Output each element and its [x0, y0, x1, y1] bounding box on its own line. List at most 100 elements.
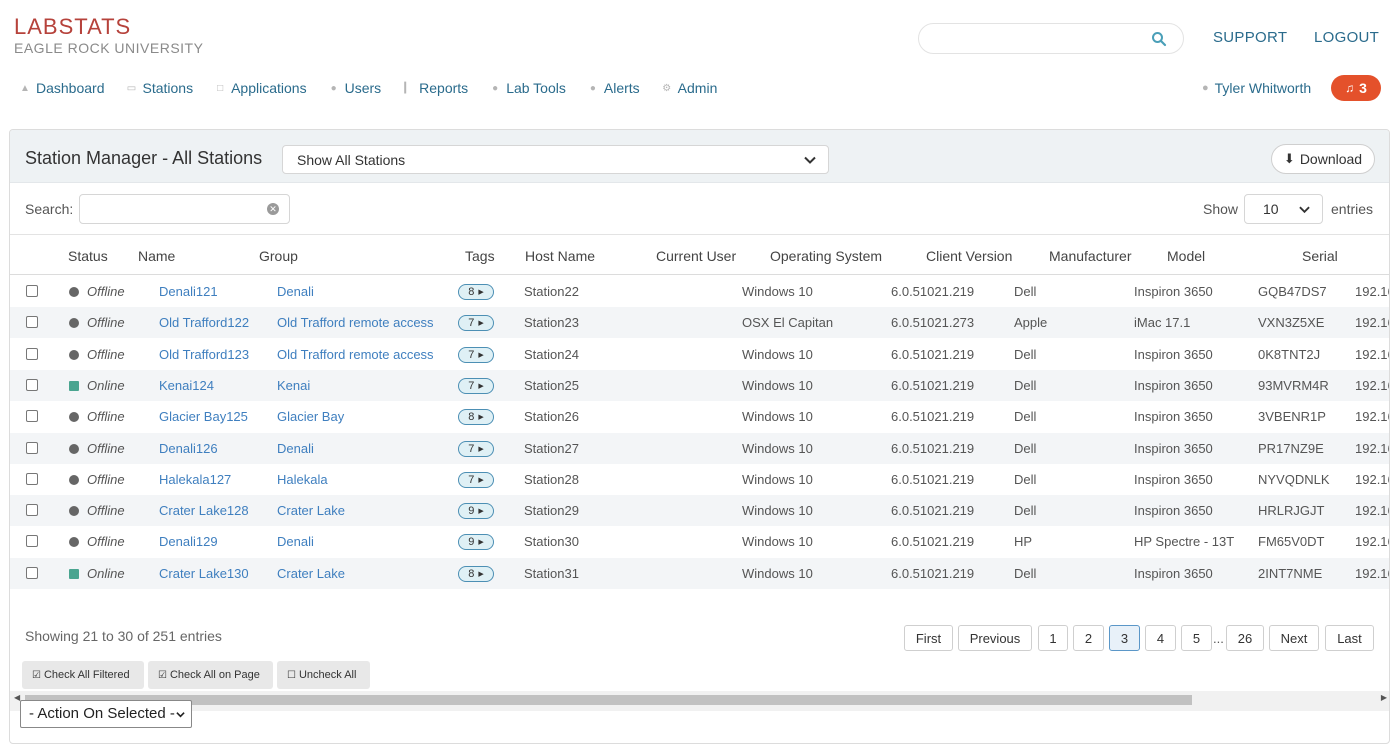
caret-right-icon: ▶ — [478, 445, 484, 453]
column-header-tags[interactable]: Tags — [465, 248, 495, 264]
cell-group-link[interactable]: Crater Lake — [277, 566, 345, 581]
page-next-button[interactable]: Next — [1269, 625, 1319, 651]
tags-pill[interactable]: 7 ▶ — [458, 440, 494, 457]
clear-icon[interactable]: ✕ — [267, 203, 279, 215]
tags-pill[interactable]: 7 ▶ — [458, 346, 494, 363]
nav-applications[interactable]: □ Applications — [215, 80, 307, 96]
cell-name-link[interactable]: Kenai124 — [159, 378, 214, 393]
cell-group-link[interactable]: Denali — [277, 441, 314, 456]
cell-host-name: Station26 — [524, 409, 579, 425]
support-link[interactable]: SUPPORT — [1213, 29, 1287, 46]
cell-name-link[interactable]: Crater Lake128 — [159, 503, 249, 518]
cell-name-link[interactable]: Denali121 — [159, 284, 218, 299]
column-header-name[interactable]: Name — [138, 248, 175, 264]
column-header-model[interactable]: Model — [1167, 248, 1205, 264]
scrollbar-thumb[interactable] — [25, 695, 1192, 705]
row-checkbox[interactable] — [26, 504, 38, 517]
scroll-right-icon[interactable]: ▶ — [1381, 693, 1387, 702]
table-search-input[interactable]: ✕ — [79, 194, 290, 224]
nav-lab-tools[interactable]: ● Lab Tools — [490, 80, 566, 96]
column-header-manufacturer[interactable]: Manufacturer — [1049, 248, 1131, 264]
page-first-button[interactable]: First — [904, 625, 953, 651]
tags-pill[interactable]: 9 ▶ — [458, 503, 494, 520]
cell-name-link[interactable]: Denali126 — [159, 441, 218, 456]
column-header-group[interactable]: Group — [259, 248, 298, 264]
global-search-input[interactable] — [933, 24, 1153, 53]
cell-host-name: Station30 — [524, 534, 579, 550]
uncheck-all-label: Uncheck All — [298, 669, 357, 681]
station-filter-select[interactable]: Show All Stations — [282, 145, 829, 174]
cell-group-link[interactable]: Denali — [277, 284, 314, 299]
cell-name-link[interactable]: Old Trafford122 — [159, 315, 249, 330]
row-checkbox[interactable] — [26, 472, 38, 485]
logout-link[interactable]: LOGOUT — [1314, 29, 1379, 46]
page-button[interactable]: 5 — [1181, 625, 1212, 651]
cell-name-link[interactable]: Halekala127 — [159, 472, 231, 487]
tags-pill[interactable]: 8 ▶ — [458, 409, 494, 426]
nav-alerts[interactable]: ● Alerts — [588, 80, 640, 96]
cell-group-link[interactable]: Old Trafford remote access — [277, 347, 434, 362]
row-checkbox[interactable] — [26, 347, 38, 360]
action-on-selected-value: - Action On Selected - — [29, 705, 175, 722]
column-header-operating-system[interactable]: Operating System — [770, 248, 882, 264]
cell-group-link[interactable]: Glacier Bay — [277, 409, 344, 424]
cell-status: Offline — [87, 534, 125, 550]
check-all-filtered-button[interactable]: ☑ Check All Filtered — [22, 661, 144, 689]
page-last-button[interactable]: Last — [1325, 625, 1374, 651]
horizontal-scrollbar[interactable]: ◀ ▶ — [10, 691, 1389, 711]
page-button[interactable]: 4 — [1145, 625, 1176, 651]
page-button[interactable]: 1 — [1038, 625, 1068, 651]
cell-name-link[interactable]: Old Trafford123 — [159, 347, 249, 362]
page-previous-button[interactable]: Previous — [958, 625, 1032, 651]
tags-pill[interactable]: 7 ▶ — [458, 377, 494, 394]
check-all-on-page-button[interactable]: ☑ Check All on Page — [148, 661, 273, 689]
chevron-down-icon — [176, 712, 185, 718]
row-checkbox[interactable] — [26, 410, 38, 423]
row-checkbox[interactable] — [26, 316, 38, 329]
cell-group-link[interactable]: Kenai — [277, 378, 310, 393]
row-checkbox[interactable] — [26, 441, 38, 454]
cell-ip-address: 192.168 — [1355, 315, 1389, 331]
column-header-host-name[interactable]: Host Name — [525, 248, 595, 264]
row-checkbox[interactable] — [26, 566, 38, 579]
global-search — [918, 23, 1184, 54]
cell-group-link[interactable]: Halekala — [277, 472, 328, 487]
cell-client-version: 6.0.51021.219 — [891, 565, 975, 581]
cell-name-link[interactable]: Denali129 — [159, 534, 218, 549]
cell-group-link[interactable]: Old Trafford remote access — [277, 315, 434, 330]
check-square-icon: ☑ — [158, 669, 167, 681]
user-menu[interactable]: ● Tyler Whitworth — [1202, 80, 1311, 96]
alerts-badge[interactable]: ♫ 3 — [1331, 75, 1381, 101]
tags-pill[interactable]: 8 ▶ — [458, 565, 494, 582]
page-button-active[interactable]: 3 — [1109, 625, 1140, 651]
column-header-serial[interactable]: Serial — [1302, 248, 1338, 264]
cell-manufacturer: Dell — [1014, 503, 1037, 519]
tags-pill[interactable]: 9 ▶ — [458, 534, 494, 551]
page-button[interactable]: 26 — [1226, 625, 1264, 651]
tags-pill[interactable]: 8 ▶ — [458, 284, 494, 300]
cell-name-link[interactable]: Crater Lake130 — [159, 566, 249, 581]
tags-pill[interactable]: 7 ▶ — [458, 315, 494, 332]
tags-pill[interactable]: 7 ▶ — [458, 471, 494, 488]
cell-group-link[interactable]: Denali — [277, 534, 314, 549]
row-checkbox[interactable] — [26, 285, 38, 297]
entries-select[interactable]: 10 — [1244, 194, 1323, 224]
page-button[interactable]: 2 — [1073, 625, 1104, 651]
nav-users[interactable]: ● Users — [329, 80, 382, 96]
column-header-current-user[interactable]: Current User — [656, 248, 736, 264]
cell-group-link[interactable]: Crater Lake — [277, 503, 345, 518]
row-checkbox[interactable] — [26, 535, 38, 548]
download-button[interactable]: ⬇ Download — [1271, 144, 1375, 174]
cell-serial: FM65V0DT — [1258, 534, 1325, 550]
column-header-client-version[interactable]: Client Version — [926, 248, 1012, 264]
cell-name-link[interactable]: Glacier Bay125 — [159, 409, 248, 424]
action-on-selected-select[interactable]: - Action On Selected - — [20, 700, 192, 728]
search-icon[interactable] — [1151, 31, 1167, 47]
column-header-status[interactable]: Status — [68, 248, 108, 264]
nav-dashboard[interactable]: ▲ Dashboard — [20, 80, 104, 96]
nav-admin[interactable]: ⚙ Admin — [662, 80, 717, 96]
uncheck-all-button[interactable]: ☐ Uncheck All — [277, 661, 370, 689]
nav-reports[interactable]: ▎ Reports — [403, 80, 468, 96]
row-checkbox[interactable] — [26, 378, 38, 391]
nav-stations[interactable]: ▭ Stations — [127, 80, 193, 96]
